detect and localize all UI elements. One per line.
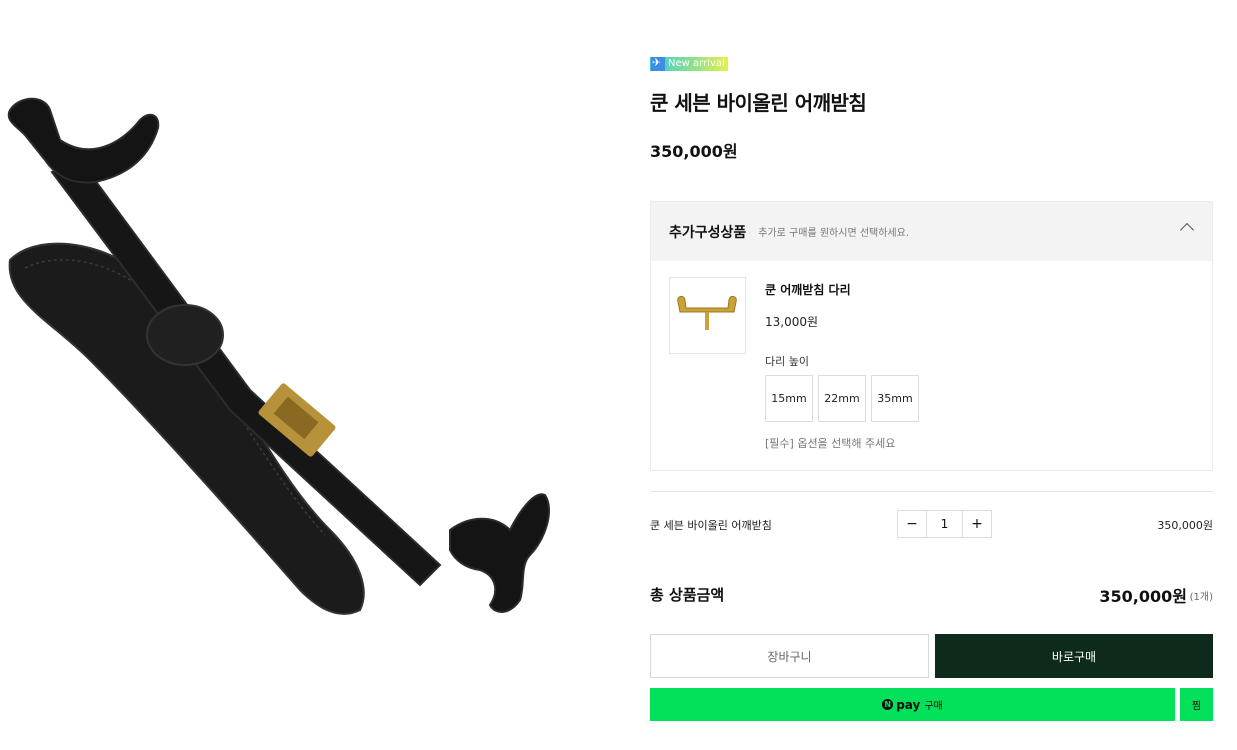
divider: [650, 491, 1213, 492]
badge-text: New arrival: [668, 58, 725, 69]
wishlist-button[interactable]: 찜: [1180, 688, 1213, 721]
addon-item-price: 13,000원: [765, 315, 819, 329]
total-section: 총 상품금액 350,000원 (1개): [650, 582, 1213, 606]
addon-item-name: 쿤 어깨받침 다리: [765, 283, 851, 297]
height-options: 15mm 22mm 35mm: [765, 375, 919, 422]
quantity-stepper: − 1 +: [897, 510, 992, 538]
addon-item: 쿤 어깨받침 다리 13,000원 다리 높이 15mm 22mm 35mm […: [651, 261, 1212, 471]
addon-item-thumbnail[interactable]: [669, 277, 746, 354]
line-item-price: 350,000원: [1157, 519, 1213, 532]
increase-button[interactable]: +: [963, 511, 991, 537]
airplane-icon: [651, 56, 665, 71]
new-arrival-badge: New arrival: [650, 56, 728, 71]
addon-heading: 추가구성상품: [669, 224, 747, 241]
cart-button[interactable]: 장바구니: [650, 634, 929, 678]
npay-buy-button[interactable]: N pay 구매: [650, 688, 1175, 721]
addon-products-panel: 추가구성상품 추가로 구매를 원하시면 선택하세요. 쿤 어깨받침 다리 13,…: [650, 201, 1213, 471]
product-title: 쿤 세븐 바이올린 어깨받침: [650, 91, 867, 115]
buy-now-button[interactable]: 바로구매: [935, 634, 1213, 678]
total-count: (1개): [1189, 592, 1213, 603]
chevron-up-icon[interactable]: [1179, 222, 1195, 238]
decrease-button[interactable]: −: [898, 511, 926, 537]
npay-label: pay: [896, 697, 921, 712]
naver-n-icon: N: [882, 699, 894, 710]
npay-buy-label: 구매: [924, 701, 943, 712]
line-item-name: 쿤 세븐 바이올린 어깨받침: [650, 519, 772, 532]
addon-panel-header[interactable]: 추가구성상품 추가로 구매를 원하시면 선택하세요.: [651, 202, 1212, 261]
total-label: 총 상품금액: [650, 586, 725, 604]
selected-line-item: 쿤 세븐 바이올린 어깨받침 − 1 + 350,000원: [650, 510, 1213, 538]
product-info: New arrival 쿤 세븐 바이올린 어깨받침 350,000원 추가구성…: [650, 56, 1213, 721]
shoulder-rest-illustration: [7, 97, 550, 615]
total-amount: 350,000원: [1099, 587, 1187, 606]
option-label: 다리 높이: [765, 355, 809, 368]
required-note: [필수] 옵션을 선택해 주세요: [765, 437, 896, 450]
product-price: 350,000원: [650, 142, 738, 161]
option-15mm[interactable]: 15mm: [765, 375, 813, 422]
gold-feet-icon: [677, 295, 737, 330]
product-image: [0, 90, 560, 635]
option-35mm[interactable]: 35mm: [871, 375, 919, 422]
option-22mm[interactable]: 22mm: [818, 375, 866, 422]
quantity-input[interactable]: 1: [926, 511, 963, 537]
addon-subtext: 추가로 구매를 원하시면 선택하세요.: [758, 228, 909, 239]
